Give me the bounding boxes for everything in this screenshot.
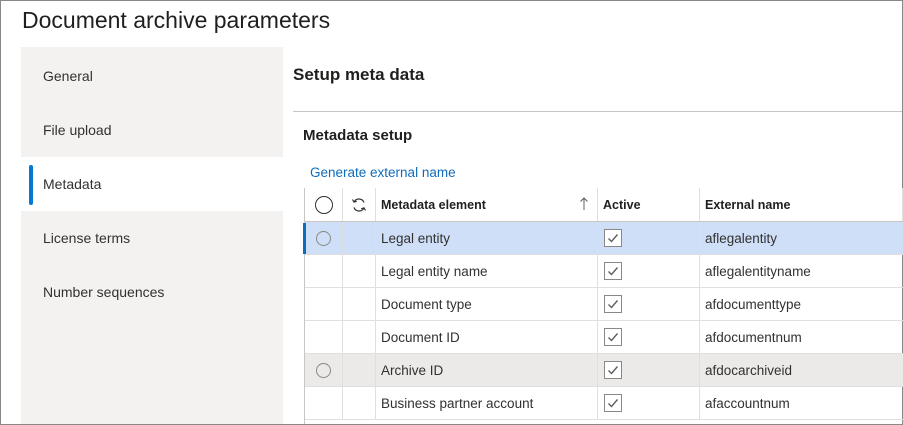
row-select-cell[interactable] (305, 321, 343, 353)
sidebar-item-label: General (43, 68, 93, 84)
refresh-icon[interactable] (351, 197, 367, 213)
external-name-cell[interactable]: afaccountnum (700, 387, 903, 419)
title-bar: Document archive parameters (1, 1, 902, 47)
row-select-radio-icon[interactable] (316, 230, 331, 246)
row-spacer-cell (343, 387, 376, 419)
column-header-label: Active (603, 197, 641, 212)
active-checkbox[interactable] (604, 262, 622, 280)
active-checkbox[interactable] (604, 229, 622, 247)
checkmark-icon (608, 399, 619, 408)
sidebar: General File upload Metadata License ter… (21, 47, 283, 424)
row-spacer-cell (343, 222, 376, 254)
external-name-cell[interactable]: afdocumenttype (700, 288, 903, 320)
external-name-cell[interactable]: aflegalentityname (700, 255, 903, 287)
external-name-text: afdocumentnum (705, 329, 802, 345)
table-row[interactable]: Archive ID afdocarchiveid (305, 354, 903, 387)
generate-external-name-button[interactable]: Generate external name (310, 165, 456, 180)
metadata-element-text: Legal entity (381, 230, 451, 246)
group-title: Metadata setup (303, 127, 413, 144)
metadata-element-cell: Legal entity name (376, 255, 598, 287)
checkmark-icon (608, 234, 619, 243)
sidebar-item-file-upload[interactable]: File upload (21, 103, 283, 157)
metadata-element-cell: Legal entity (376, 222, 598, 254)
grid-header: Metadata element Active External name (305, 188, 903, 222)
sidebar-item-license-terms[interactable]: License terms (21, 211, 283, 265)
active-cell[interactable] (598, 354, 700, 386)
column-header-external-name[interactable]: External name (700, 188, 903, 221)
external-name-cell[interactable]: aflegalentity (700, 222, 903, 254)
metadata-grid: Metadata element Active External name Le… (303, 188, 903, 424)
external-name-text: afdocarchiveid (705, 362, 793, 378)
external-name-text: aflegalentity (705, 230, 778, 246)
metadata-element-text: Archive ID (381, 362, 444, 378)
sidebar-item-label: Number sequences (43, 284, 165, 300)
active-cell[interactable] (598, 255, 700, 287)
refresh-cell[interactable] (343, 188, 376, 221)
left-gutter (1, 47, 21, 424)
checkmark-icon (608, 267, 619, 276)
row-select-cell[interactable] (305, 354, 343, 386)
active-cell[interactable] (598, 288, 700, 320)
metadata-element-cell: Document type (376, 288, 598, 320)
column-header-label: Metadata element (381, 197, 486, 212)
sidebar-item-number-sequences[interactable]: Number sequences (21, 265, 283, 319)
select-all-radio-icon[interactable] (314, 195, 333, 214)
sidebar-item-label: File upload (43, 122, 112, 138)
active-cell[interactable] (598, 222, 700, 254)
sidebar-item-label: Metadata (43, 176, 102, 192)
metadata-element-text: Document ID (381, 329, 460, 345)
active-checkbox[interactable] (604, 394, 622, 412)
row-select-cell[interactable] (305, 387, 343, 419)
checkmark-icon (608, 366, 619, 375)
table-row[interactable]: Document ID afdocumentnum (305, 321, 903, 354)
row-select-cell[interactable] (305, 255, 343, 287)
active-cell[interactable] (598, 387, 700, 419)
sidebar-item-metadata[interactable]: Metadata (21, 157, 283, 211)
sort-ascending-icon (580, 197, 588, 210)
row-spacer-cell (343, 321, 376, 353)
metadata-element-text: Business partner account (381, 395, 534, 411)
external-name-text: afdocumenttype (705, 296, 802, 312)
section-title: Setup meta data (293, 65, 425, 84)
page-title: Document archive parameters (22, 7, 331, 33)
external-name-cell[interactable]: afdocumentnum (700, 321, 903, 353)
checkmark-icon (608, 300, 619, 309)
external-name-text: afaccountnum (705, 395, 790, 411)
active-cell[interactable] (598, 321, 700, 353)
select-all-cell[interactable] (305, 188, 343, 221)
row-spacer-cell (343, 288, 376, 320)
external-name-text: aflegalentityname (705, 263, 811, 279)
metadata-element-cell: Archive ID (376, 354, 598, 386)
metadata-element-text: Legal entity name (381, 263, 488, 279)
checkmark-icon (608, 333, 619, 342)
main-content: Setup meta data Metadata setup Generate … (283, 47, 903, 424)
sidebar-item-label: License terms (43, 230, 131, 246)
metadata-element-text: Document type (381, 296, 472, 312)
row-select-cell[interactable] (305, 222, 343, 254)
column-header-label: External name (705, 197, 791, 212)
row-select-cell[interactable] (305, 288, 343, 320)
selection-indicator (29, 165, 33, 205)
metadata-element-cell: Business partner account (376, 387, 598, 419)
divider (293, 111, 902, 112)
table-row[interactable]: Legal entity name aflegalentityname (305, 255, 903, 288)
table-row[interactable]: Legal entity aflegalentity (303, 222, 903, 255)
external-name-cell[interactable]: afdocarchiveid (700, 354, 903, 386)
table-row[interactable]: Document type afdocumenttype (305, 288, 903, 321)
column-header-metadata-element[interactable]: Metadata element (376, 188, 598, 221)
column-header-active[interactable]: Active (598, 188, 700, 221)
row-spacer-cell (343, 255, 376, 287)
active-checkbox[interactable] (604, 361, 622, 379)
metadata-element-cell: Document ID (376, 321, 598, 353)
active-checkbox[interactable] (604, 328, 622, 346)
row-spacer-cell (343, 354, 376, 386)
table-row[interactable]: Business partner account afaccountnum (305, 387, 903, 420)
row-select-radio-icon[interactable] (316, 362, 331, 378)
sidebar-item-general[interactable]: General (21, 49, 283, 103)
active-checkbox[interactable] (604, 295, 622, 313)
